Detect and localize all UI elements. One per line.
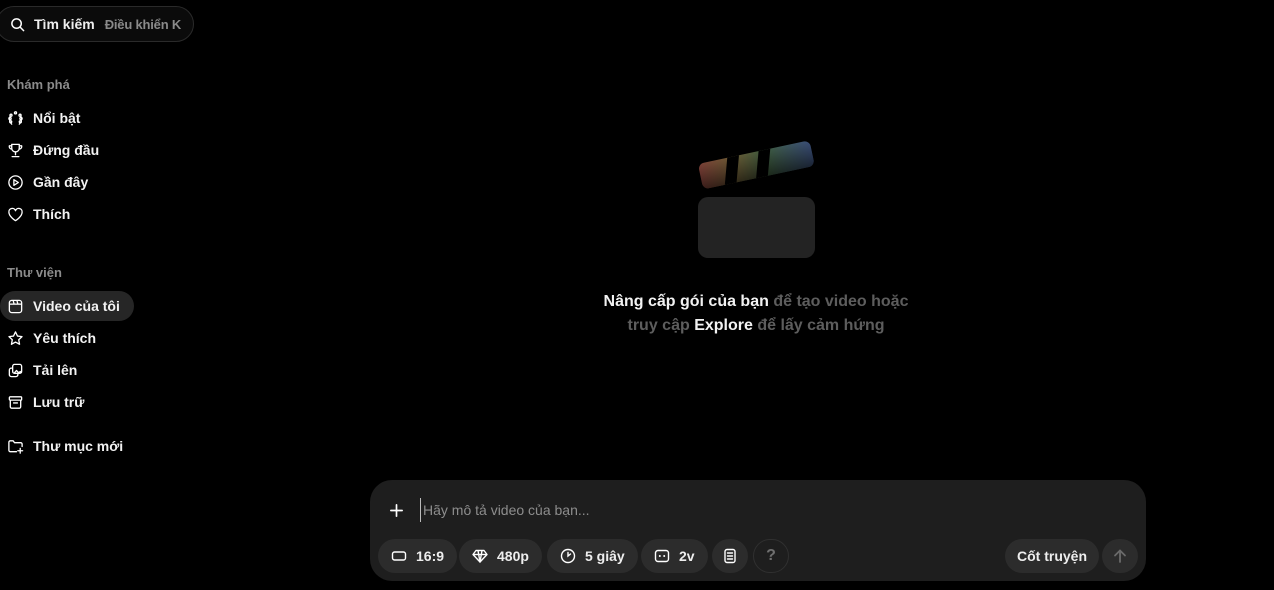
upgrade-link[interactable]: Nâng cấp gói của bạn (604, 293, 769, 310)
upload-image-icon (8, 363, 23, 377)
search-button[interactable]: Tìm kiếm Điều khiển K (0, 6, 194, 42)
sidebar: Tìm kiếm Điều khiển K Khám phá Nổi bật Đ… (0, 0, 200, 590)
diamond-icon (472, 549, 488, 563)
resolution-button[interactable]: 480p (459, 539, 542, 573)
star-icon (8, 330, 23, 345)
arrow-up-icon (1114, 549, 1126, 563)
variants-button[interactable]: 2v (641, 539, 708, 573)
aspect-ratio-button[interactable]: 16:9 (378, 539, 458, 573)
sidebar-item-label: Thích (33, 206, 71, 222)
sidebar-item-label: Nổi bật (33, 110, 81, 126)
prompt-template-button[interactable] (712, 539, 748, 573)
prompt-composer: 16:9 480p 5 giây 2v ? Cốt truyện (370, 480, 1146, 581)
sidebar-item-featured[interactable]: Nổi bật (0, 103, 94, 133)
sidebar-item-favorites[interactable]: Yêu thích (0, 323, 110, 353)
sidebar-item-label: Đứng đầu (33, 142, 100, 158)
variants-label: 2v (679, 548, 695, 564)
sidebar-item-label: Tải lên (33, 362, 78, 378)
variants-icon (654, 549, 670, 563)
sidebar-item-label: Gần đây (33, 174, 89, 190)
sidebar-item-top[interactable]: Đứng đầu (0, 135, 113, 165)
duration-button[interactable]: 5 giây (547, 539, 638, 573)
send-button[interactable] (1102, 539, 1138, 573)
resolution-label: 480p (497, 548, 529, 564)
clock-icon (560, 548, 576, 564)
search-label: Tìm kiếm (34, 16, 95, 32)
sidebar-item-my-videos[interactable]: Video của tôi (0, 291, 134, 321)
archive-icon (8, 395, 23, 409)
sidebar-item-recent[interactable]: Gần đây (0, 167, 102, 197)
sidebar-item-liked[interactable]: Thích (0, 199, 84, 229)
laurel-icon (8, 110, 23, 125)
empty-text-part: để tạo video hoặc (768, 293, 909, 310)
sidebar-item-uploads[interactable]: Tải lên (0, 355, 91, 385)
video-icon (8, 299, 23, 313)
empty-text-part: để lấy cảm hứng (752, 317, 885, 334)
clapperboard-icon (698, 141, 815, 258)
help-button[interactable]: ? (753, 539, 789, 573)
search-icon (11, 17, 25, 31)
sidebar-item-label: Thư mục mới (33, 438, 124, 454)
explore-link[interactable]: Explore (694, 317, 753, 334)
sidebar-item-label: Lưu trữ (33, 394, 85, 410)
document-icon (724, 548, 736, 564)
sidebar-item-label: Video của tôi (33, 298, 120, 314)
section-title-library: Thư viện (7, 265, 62, 280)
heart-icon (8, 207, 23, 221)
section-title-explore: Khám phá (7, 77, 70, 92)
new-folder-button[interactable]: Thư mục mới (0, 431, 137, 461)
aspect-ratio-icon (391, 551, 407, 561)
add-attachment-button[interactable] (386, 500, 406, 520)
prompt-input[interactable] (420, 498, 1100, 522)
duration-label: 5 giây (585, 548, 625, 564)
play-circle-icon (8, 174, 23, 190)
plus-icon (389, 503, 403, 517)
folder-plus-icon (8, 439, 24, 454)
storyboard-button[interactable]: Cốt truyện (1005, 539, 1099, 573)
sidebar-item-label: Yêu thích (33, 330, 97, 346)
search-shortcut: Điều khiển K (104, 16, 182, 32)
empty-text-part: truy cập (627, 317, 695, 334)
sidebar-item-archive[interactable]: Lưu trữ (0, 387, 98, 417)
aspect-ratio-label: 16:9 (416, 548, 445, 564)
trophy-icon (8, 143, 23, 157)
empty-state-message: Nâng cấp gói của bạn để tạo video hoặc t… (556, 290, 956, 338)
